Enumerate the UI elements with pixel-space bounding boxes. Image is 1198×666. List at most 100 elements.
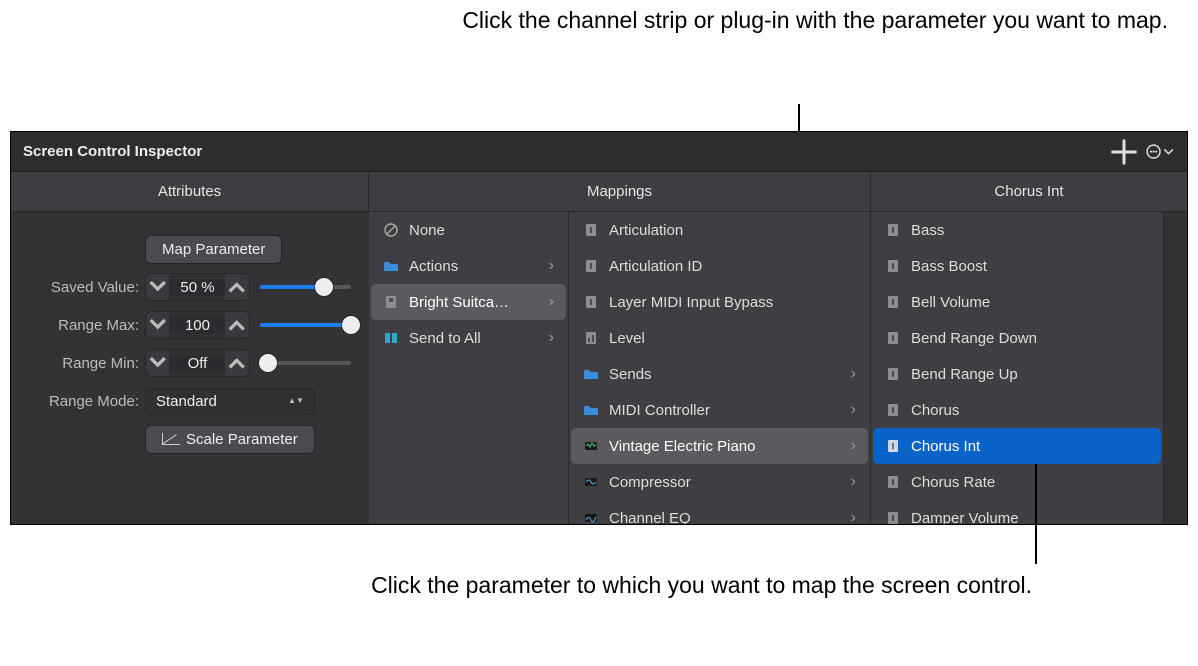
item-compressor[interactable]: Compressor › (571, 464, 868, 500)
level-icon (583, 330, 599, 346)
folder-icon (383, 258, 399, 274)
slider-icon (885, 402, 901, 418)
item-articulation-id[interactable]: Articulation ID (571, 248, 868, 284)
slider-icon (885, 438, 901, 454)
folder-icon (583, 366, 599, 382)
header-right[interactable]: Chorus Int (871, 172, 1187, 211)
slider-icon (583, 258, 599, 274)
chevron-up-icon (225, 351, 248, 374)
slider-icon (583, 294, 599, 310)
item-sends[interactable]: Sends › (571, 356, 868, 392)
mapping-actions[interactable]: Actions › (371, 248, 566, 284)
mapping-source-column: None Actions › Bright Suitca… › Send to … (369, 212, 569, 524)
saved-value-slider[interactable] (260, 273, 351, 301)
attributes-pane: Map Parameter Saved Value: 50 % Range Ma… (11, 212, 369, 524)
slider-icon (885, 294, 901, 310)
column-headers: Attributes Mappings Chorus Int (11, 172, 1187, 212)
scale-icon (162, 433, 180, 445)
folder-icon (583, 402, 599, 418)
plus-icon (1109, 137, 1139, 167)
param-bass[interactable]: Bass (873, 212, 1161, 248)
chevron-down-icon (146, 313, 169, 336)
all-channels-icon (383, 330, 399, 346)
mapping-channel-strip[interactable]: Bright Suitca… › (371, 284, 566, 320)
scrollbar-gutter[interactable] (1163, 212, 1187, 524)
plugin-icon (583, 510, 599, 524)
more-icon (1145, 143, 1175, 160)
range-mode-dropdown[interactable]: Standard ▲▼ (145, 388, 315, 415)
parameter-column: Bass Bass Boost Bell Volume Bend Range D… (871, 212, 1163, 524)
chevron-up-icon (225, 313, 248, 336)
slider-icon (885, 474, 901, 490)
chevron-right-icon: › (851, 365, 856, 383)
slider-icon (885, 222, 901, 238)
slider-icon (885, 366, 901, 382)
stepper-inc[interactable] (225, 274, 248, 300)
scale-parameter-label: Scale Parameter (186, 431, 298, 448)
item-level[interactable]: Level (571, 320, 868, 356)
range-max-slider[interactable] (260, 311, 351, 339)
chevron-up-icon (225, 275, 248, 298)
plugin-icon (583, 438, 599, 454)
param-chorus-rate[interactable]: Chorus Rate (873, 464, 1161, 500)
item-vintage-electric-piano[interactable]: Vintage Electric Piano › (571, 428, 868, 464)
add-button[interactable] (1109, 137, 1139, 167)
param-bend-range-down[interactable]: Bend Range Down (873, 320, 1161, 356)
param-chorus[interactable]: Chorus (873, 392, 1161, 428)
param-bell-volume[interactable]: Bell Volume (873, 284, 1161, 320)
range-min-text[interactable]: Off (169, 355, 225, 372)
saved-value-text[interactable]: 50 % (169, 279, 225, 296)
item-channel-eq[interactable]: Channel EQ › (571, 500, 868, 524)
mapping-none[interactable]: None (371, 212, 566, 248)
header-attributes[interactable]: Attributes (11, 172, 369, 211)
slider-icon (583, 222, 599, 238)
stepper-dec[interactable] (146, 274, 169, 300)
range-mode-label: Range Mode: (11, 393, 145, 410)
callout-leader-bottom (1035, 464, 1037, 564)
range-max-stepper[interactable]: 100 (145, 311, 250, 339)
range-min-label: Range Min: (11, 355, 145, 372)
mapping-send-to-all[interactable]: Send to All › (371, 320, 566, 356)
header-mappings[interactable]: Mappings (369, 172, 871, 211)
slider-icon (885, 510, 901, 524)
mapping-none-label: None (409, 222, 554, 239)
map-parameter-button[interactable]: Map Parameter (145, 235, 282, 264)
param-bend-range-up[interactable]: Bend Range Up (873, 356, 1161, 392)
saved-value-stepper[interactable]: 50 % (145, 273, 250, 301)
updown-icon: ▲▼ (288, 397, 304, 405)
scale-parameter-button[interactable]: Scale Parameter (145, 425, 315, 454)
slider-icon (885, 330, 901, 346)
channel-strip-icon (383, 294, 399, 310)
range-max-text[interactable]: 100 (169, 317, 225, 334)
item-layer-midi[interactable]: Layer MIDI Input Bypass (571, 284, 868, 320)
range-max-label: Range Max: (11, 317, 145, 334)
none-icon (383, 222, 399, 238)
panel-titlebar: Screen Control Inspector (11, 132, 1187, 172)
range-mode-value: Standard (156, 393, 217, 410)
inspector-panel: Screen Control Inspector Attributes Mapp… (11, 132, 1187, 524)
chevron-right-icon: › (851, 509, 856, 524)
chevron-down-icon (146, 275, 169, 298)
chevron-down-icon (146, 351, 169, 374)
actions-menu-button[interactable] (1145, 137, 1175, 167)
saved-value-label: Saved Value: (11, 279, 145, 296)
param-bass-boost[interactable]: Bass Boost (873, 248, 1161, 284)
range-min-stepper[interactable]: Off (145, 349, 250, 377)
chevron-right-icon: › (851, 437, 856, 455)
item-articulation[interactable]: Articulation (571, 212, 868, 248)
chevron-right-icon: › (549, 257, 554, 275)
param-chorus-int[interactable]: Chorus Int (873, 428, 1161, 464)
slider-icon (885, 258, 901, 274)
range-min-slider[interactable] (260, 349, 351, 377)
chevron-right-icon: › (549, 293, 554, 311)
item-midi-controller[interactable]: MIDI Controller › (571, 392, 868, 428)
mapping-plugin-column: Articulation Articulation ID Layer MIDI … (569, 212, 871, 524)
callout-bottom: Click the parameter to which you want to… (0, 570, 1032, 602)
chevron-right-icon: › (851, 401, 856, 419)
chevron-right-icon: › (851, 473, 856, 491)
chevron-right-icon: › (549, 329, 554, 347)
param-damper-volume[interactable]: Damper Volume (873, 500, 1161, 524)
plugin-icon (583, 474, 599, 490)
panel-title: Screen Control Inspector (23, 143, 202, 160)
callout-top: Click the channel strip or plug-in with … (0, 5, 1168, 37)
